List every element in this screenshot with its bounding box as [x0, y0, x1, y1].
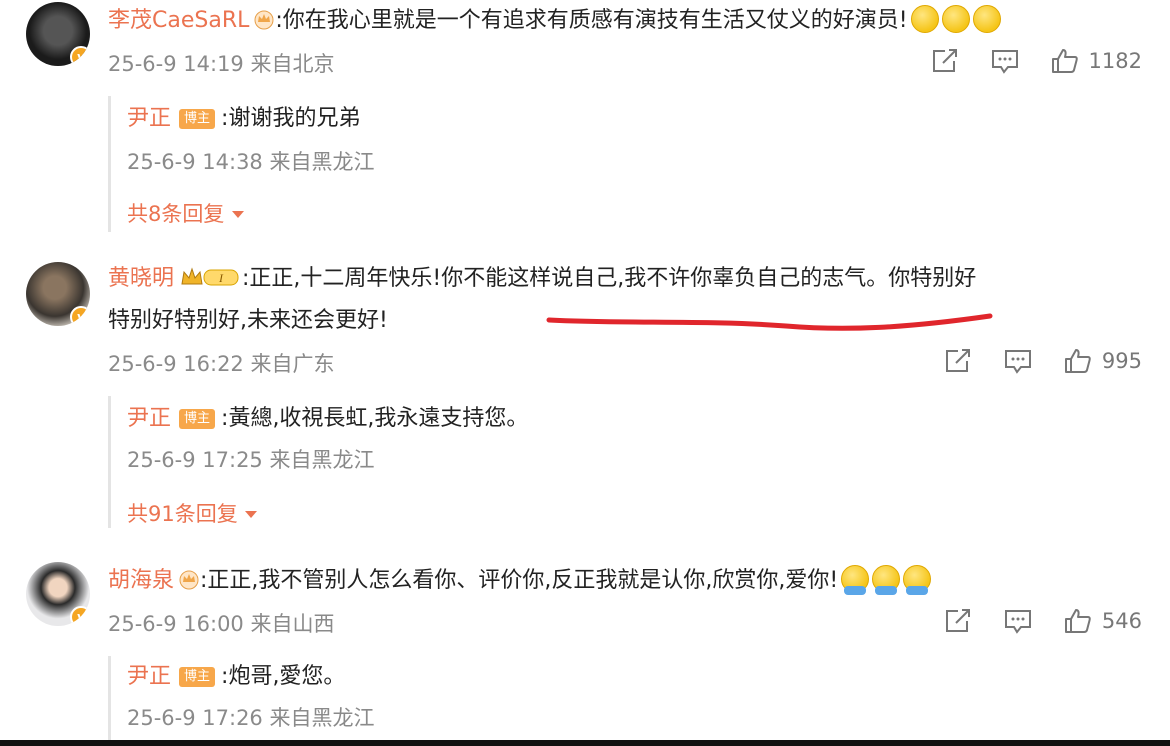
reply-location: 来自黑龙江 — [269, 448, 375, 472]
comment-text: :你在我心里就是一个有追求有质感有演技有生活又仗义的好演员! — [275, 8, 908, 33]
like-count: 995 — [1101, 349, 1142, 373]
comment-text: :正正,我不管别人怎么看你、评价你,反正我就是认你,欣赏你,爱你! — [200, 568, 839, 593]
reply-text: :炮哥,愛您。 — [221, 664, 346, 689]
verified-badge-icon: v — [70, 606, 90, 626]
reply-thread: 尹正 博主:谢谢我的兄弟 25-6-9 14:38 来自黑龙江 共8条回复 — [108, 96, 1148, 232]
reply-username[interactable]: 尹正 — [127, 664, 171, 689]
comment-icon — [1004, 350, 1031, 374]
comment-actions: 995 — [912, 346, 1142, 376]
hug-emoji-icon — [841, 565, 870, 595]
hug-emoji-icon — [872, 565, 901, 595]
comment-time: 25-6-9 14:19 — [108, 52, 244, 76]
avatar[interactable]: v — [26, 562, 90, 626]
comment-button[interactable] — [991, 48, 1019, 74]
like-button[interactable]: 1182 — [1051, 48, 1142, 74]
share-icon — [945, 349, 970, 372]
reply-time: 25-6-9 14:38 — [127, 150, 263, 174]
comment-text-line2: 特别好特别好,未来还会更好! — [108, 308, 388, 333]
reply-username[interactable]: 尹正 — [127, 106, 171, 131]
smile-emoji-icon — [910, 5, 939, 33]
more-replies-link[interactable]: 共8条回复 — [127, 198, 245, 228]
comment-username[interactable]: 李茂CaeSaRL — [108, 8, 249, 33]
crown-icon — [179, 570, 199, 590]
avatar[interactable]: v — [26, 2, 90, 66]
more-replies-link[interactable]: 共91条回复 — [127, 498, 258, 528]
author-badge: 博主 — [179, 409, 216, 429]
comment-button[interactable] — [1004, 348, 1032, 374]
reply-time: 25-6-9 17:26 — [127, 706, 263, 730]
comment-icon — [1004, 610, 1031, 634]
like-count: 546 — [1101, 609, 1142, 633]
verified-badge-icon: v — [70, 46, 90, 66]
share-button[interactable] — [944, 608, 972, 634]
comment-actions: 1182 — [899, 46, 1142, 76]
red-underline-annotation — [546, 313, 993, 331]
comment-text-line1: :正正,十二周年快乐!你不能这样说自己,我不许你辜负自己的志气。你特别好 — [242, 266, 977, 291]
comment-username[interactable]: 黄晓明 — [108, 266, 174, 291]
share-button[interactable] — [931, 48, 959, 74]
like-button[interactable]: 546 — [1064, 608, 1142, 634]
smile-emoji-icon — [941, 5, 970, 33]
reply-thread: 尹正 博主:炮哥,愛您。 25-6-9 17:26 来自黑龙江 — [108, 656, 1148, 740]
author-badge: 博主 — [179, 667, 216, 687]
comment-button[interactable] — [1004, 608, 1032, 634]
reply-time: 25-6-9 17:25 — [127, 448, 263, 472]
comment-username[interactable]: 胡海泉 — [108, 568, 174, 593]
like-count: 1182 — [1088, 49, 1142, 73]
like-button[interactable]: 995 — [1064, 348, 1142, 374]
reply-text: :谢谢我的兄弟 — [221, 106, 361, 131]
share-icon — [945, 609, 970, 632]
reply-thread: 尹正 博主:黃總,收視長虹,我永遠支持您。 25-6-9 17:25 来自黑龙江 … — [108, 396, 1148, 528]
verified-badge-icon: v — [70, 306, 90, 326]
comment-actions: 546 — [912, 606, 1142, 636]
hug-emoji-icon — [903, 565, 932, 595]
vip-level-badge-icon: I — [181, 267, 239, 286]
reply-username[interactable]: 尹正 — [127, 406, 171, 431]
comment-location: 来自山西 — [250, 612, 335, 636]
thumbs-up-icon — [1064, 609, 1091, 633]
thumbs-up-icon — [1064, 349, 1091, 373]
avatar[interactable]: v — [26, 262, 90, 326]
reply-location: 来自黑龙江 — [269, 706, 375, 730]
chevron-down-icon — [245, 511, 258, 518]
comment-location: 来自北京 — [250, 52, 335, 76]
comment-time: 25-6-9 16:22 — [108, 352, 244, 376]
comment-location: 来自广东 — [250, 352, 335, 376]
smile-emoji-icon — [972, 5, 1001, 33]
reply-text: :黃總,收視長虹,我永遠支持您。 — [221, 406, 529, 431]
comment-icon — [991, 50, 1018, 74]
crown-icon — [254, 10, 274, 30]
share-button[interactable] — [944, 348, 972, 374]
comment-time: 25-6-9 16:00 — [108, 612, 244, 636]
author-badge: 博主 — [179, 109, 216, 129]
chevron-down-icon — [232, 211, 245, 218]
bottom-edge-bar — [0, 740, 1170, 746]
thumbs-up-icon — [1051, 49, 1078, 73]
reply-location: 来自黑龙江 — [269, 150, 375, 174]
share-icon — [932, 49, 957, 72]
